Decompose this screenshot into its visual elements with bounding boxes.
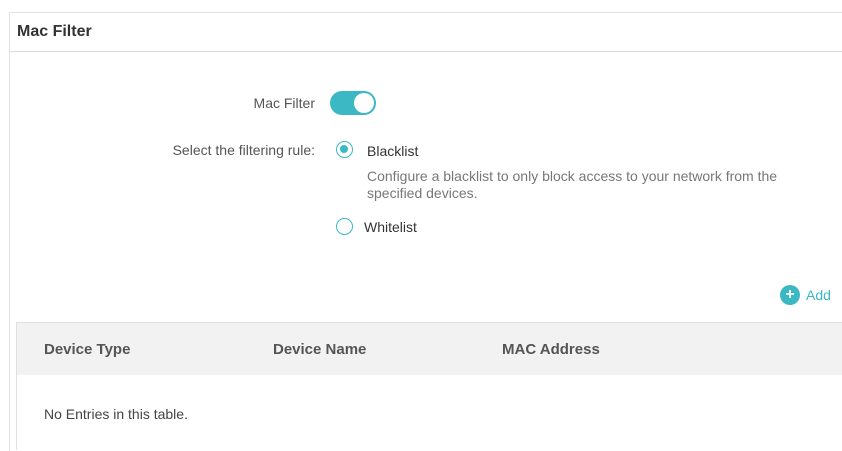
mac-filter-label: Mac Filter [253,95,315,111]
add-button-label: Add [806,287,831,303]
filtering-rule-label: Select the filtering rule: [172,142,315,158]
panel-header: Mac Filter [10,13,842,52]
radio-selected-dot [340,145,348,153]
whitelist-radio[interactable] [336,218,353,235]
column-device-name: Device Name [273,341,367,358]
column-device-type: Device Type [44,341,131,358]
empty-table-message: No Entries in this table. [44,406,188,422]
add-circle-icon: + [780,285,800,305]
page-title: Mac Filter [17,23,92,40]
table-body: No Entries in this table. [16,375,842,450]
mac-filter-toggle[interactable] [330,91,376,115]
toggle-knob [354,93,374,113]
table-header: Device Type Device Name MAC Address [16,322,842,375]
blacklist-option-label[interactable]: Blacklist [367,143,418,159]
column-mac-address: MAC Address [502,341,600,358]
blacklist-description: Configure a blacklist to only block acce… [367,168,778,201]
whitelist-option-label[interactable]: Whitelist [364,219,417,235]
blacklist-radio[interactable] [336,141,353,158]
add-button[interactable]: + Add [780,285,831,305]
